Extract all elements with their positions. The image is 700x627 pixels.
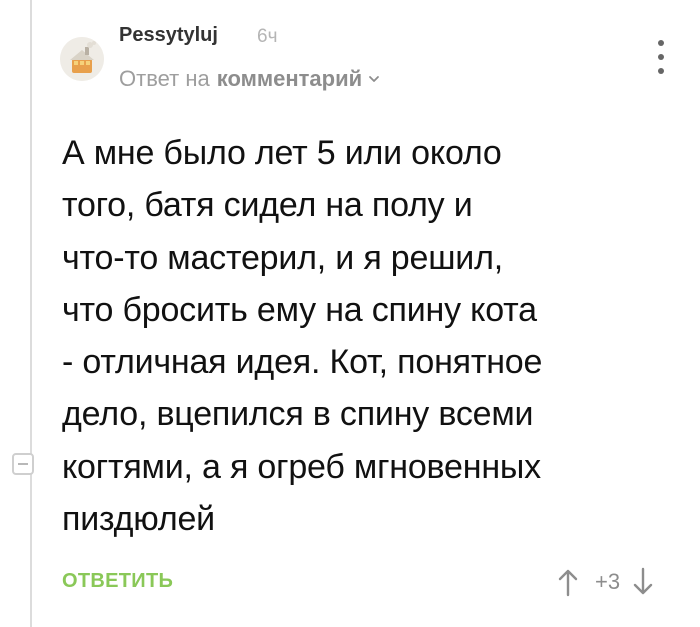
menu-dot [658,54,664,60]
reply-to-target[interactable]: комментарий [217,66,362,92]
comment-body: А мне было лет 5 или около того, батя си… [62,134,543,539]
more-vertical-icon [658,40,664,46]
collapse-thread-button[interactable] [12,453,34,475]
comment-menu-button[interactable] [652,40,670,74]
chevron-down-icon [369,76,380,82]
minus-icon [18,463,28,465]
comment-author[interactable]: Pessytyluj [119,24,218,47]
menu-dot [658,68,664,74]
avatar-icon [60,37,104,81]
comment-time: 6ч [257,26,278,47]
arrow-up-icon[interactable] [557,567,579,597]
reply-to-link[interactable]: Ответ на комментарий [119,66,380,92]
arrow-down-icon[interactable] [632,567,654,597]
thread-line [30,0,32,627]
reply-button[interactable]: ОТВЕТИТЬ [62,570,173,593]
reply-to-prefix: Ответ на [119,66,210,91]
rating-value: +3 [595,569,621,594]
avatar[interactable] [60,37,104,81]
vote-controls: +3 [557,564,654,600]
